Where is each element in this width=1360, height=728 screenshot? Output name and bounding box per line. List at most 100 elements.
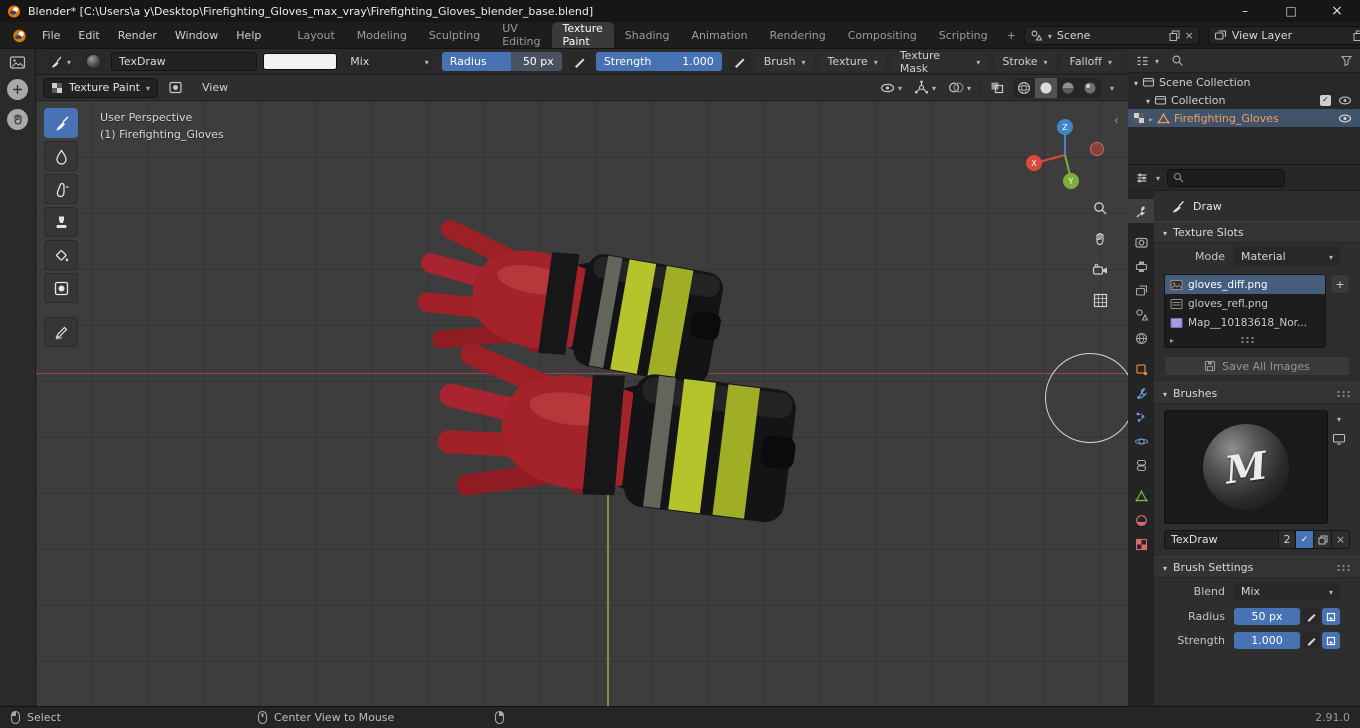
disclosure-icon[interactable] xyxy=(1146,94,1150,107)
tab-compositing[interactable]: Compositing xyxy=(837,22,928,48)
tab-modifiers[interactable] xyxy=(1128,381,1154,405)
brush-browse-dropdown[interactable] xyxy=(1337,412,1341,425)
menu-render[interactable]: Render xyxy=(109,26,166,45)
shading-wireframe-button[interactable] xyxy=(1013,78,1035,98)
region-collapse-arrow[interactable]: ‹ xyxy=(1114,113,1119,127)
radius-slider[interactable]: Radius 50 px xyxy=(441,52,562,71)
shading-material-button[interactable] xyxy=(1057,78,1079,98)
unified-radius-toggle[interactable] xyxy=(1322,608,1340,625)
tab-active-tool[interactable] xyxy=(1128,199,1154,223)
blender-menu-button[interactable] xyxy=(6,25,33,46)
xray-toggle[interactable] xyxy=(987,78,1007,98)
unified-strength-toggle[interactable] xyxy=(1322,632,1340,649)
brush-color-swatch[interactable] xyxy=(262,53,338,70)
disclosure-icon[interactable] xyxy=(1170,333,1174,346)
texture-slot-row[interactable]: Map__10183618_Nor... xyxy=(1165,313,1325,332)
camera-view-button[interactable] xyxy=(1089,259,1111,281)
eye-icon[interactable] xyxy=(1338,95,1352,106)
active-tool-dropdown[interactable] xyxy=(44,52,77,71)
tab-output[interactable] xyxy=(1128,254,1154,278)
menu-edit[interactable]: Edit xyxy=(69,26,108,45)
drag-grip[interactable] xyxy=(1336,563,1351,571)
gizmo-negative-x-axis[interactable] xyxy=(1090,142,1104,156)
blend-dropdown[interactable]: Mix xyxy=(1234,582,1340,601)
strength-slider[interactable]: Strength 1.000 xyxy=(595,52,722,71)
strip-cursor-button[interactable] xyxy=(7,79,28,100)
shading-solid-button[interactable] xyxy=(1034,77,1057,98)
tab-animation[interactable]: Animation xyxy=(680,22,758,48)
tool-smear-button[interactable] xyxy=(44,174,78,204)
tab-uv-editing[interactable]: UV Editing xyxy=(491,22,551,48)
view-layer-selector[interactable]: View Layer xyxy=(1207,25,1360,45)
tab-rendering[interactable]: Rendering xyxy=(759,22,837,48)
tab-constraints[interactable] xyxy=(1128,453,1154,477)
falloff-popover[interactable]: Falloff xyxy=(1061,52,1120,71)
shading-rendered-button[interactable] xyxy=(1079,78,1101,98)
navigation-gizmo[interactable]: Z X Y xyxy=(1021,113,1121,205)
tab-physics[interactable] xyxy=(1128,429,1154,453)
tab-texture-paint[interactable]: Texture Paint xyxy=(551,22,614,48)
overlays-dropdown[interactable] xyxy=(945,78,974,98)
strength-pressure-toggle[interactable] xyxy=(1302,632,1320,649)
outliner-row-scene-collection[interactable]: Scene Collection xyxy=(1128,73,1360,91)
fake-user-toggle[interactable] xyxy=(1296,530,1314,549)
tab-particles[interactable] xyxy=(1128,405,1154,429)
chevron-down-icon[interactable] xyxy=(1155,54,1159,67)
disclosure-icon[interactable] xyxy=(1134,76,1138,89)
strip-pan-button[interactable] xyxy=(7,109,28,130)
view-menu[interactable]: View xyxy=(193,78,237,97)
outliner-row-object[interactable]: Firefighting_Gloves xyxy=(1128,109,1360,127)
radius-pressure-toggle[interactable] xyxy=(567,52,590,71)
properties-editor-icon[interactable] xyxy=(1135,171,1149,185)
close-button[interactable]: × xyxy=(1314,0,1360,22)
texture-popover[interactable]: Texture xyxy=(819,52,886,71)
add-texture-slot-button[interactable]: + xyxy=(1330,274,1350,294)
tab-scripting[interactable]: Scripting xyxy=(928,22,999,48)
unlink-scene-icon[interactable] xyxy=(1185,29,1194,42)
mode-selector[interactable]: Texture Paint xyxy=(43,77,158,98)
drag-grip[interactable] xyxy=(1336,389,1351,397)
tool-fill-button[interactable] xyxy=(44,240,78,270)
tool-mask-button[interactable] xyxy=(44,273,78,303)
object-visibility-dropdown[interactable] xyxy=(877,78,905,98)
outliner-editor-icon[interactable] xyxy=(1135,54,1149,68)
tab-material[interactable] xyxy=(1128,508,1154,532)
brush-users-count[interactable]: 2 xyxy=(1279,530,1296,549)
disclosure-icon[interactable] xyxy=(1149,112,1153,125)
brush-popover[interactable]: Brush xyxy=(755,52,814,71)
screen-icon[interactable] xyxy=(1332,433,1346,445)
radius-slider[interactable]: 50 px xyxy=(1234,608,1300,625)
tab-texture[interactable] xyxy=(1128,532,1154,556)
brush-name-field[interactable]: TexDraw xyxy=(111,52,257,71)
texture-mask-popover[interactable]: Texture Mask xyxy=(891,49,989,75)
tool-soften-button[interactable] xyxy=(44,141,78,171)
tab-sculpting[interactable]: Sculpting xyxy=(418,22,491,48)
scene-selector[interactable]: Scene xyxy=(1023,25,1200,45)
gizmos-dropdown[interactable] xyxy=(911,78,939,98)
brushes-section-header[interactable]: Brushes xyxy=(1154,382,1360,404)
menu-help[interactable]: Help xyxy=(227,26,270,45)
ortho-toggle-button[interactable] xyxy=(1089,289,1111,311)
unlink-brush-button[interactable] xyxy=(1332,530,1350,549)
search-icon[interactable] xyxy=(1171,54,1184,67)
tab-modeling[interactable]: Modeling xyxy=(346,22,418,48)
image-editor-icon[interactable] xyxy=(9,55,26,70)
zoom-button[interactable] xyxy=(1089,197,1111,219)
strength-slider[interactable]: 1.000 xyxy=(1234,632,1300,649)
tab-object-data[interactable] xyxy=(1128,484,1154,508)
stroke-popover[interactable]: Stroke xyxy=(994,52,1056,71)
tab-shading[interactable]: Shading xyxy=(614,22,681,48)
blend-mode-dropdown[interactable]: Mix xyxy=(343,52,436,71)
tab-world[interactable] xyxy=(1128,326,1154,350)
texture-slot-row[interactable]: gloves_refl.png xyxy=(1165,294,1325,313)
save-all-images-button[interactable]: Save All Images xyxy=(1164,356,1350,376)
brush-name-field[interactable]: TexDraw xyxy=(1164,530,1279,549)
texture-slot-row[interactable]: gloves_diff.png xyxy=(1165,275,1325,294)
tool-annotate-button[interactable] xyxy=(44,317,78,347)
tab-scene[interactable] xyxy=(1128,302,1154,326)
tab-layout[interactable]: Layout xyxy=(286,22,345,48)
strength-pressure-toggle[interactable] xyxy=(727,52,750,71)
add-workspace-button[interactable]: + xyxy=(999,22,1024,48)
menu-file[interactable]: File xyxy=(33,26,69,45)
texture-slots-section-header[interactable]: Texture Slots xyxy=(1154,221,1360,243)
